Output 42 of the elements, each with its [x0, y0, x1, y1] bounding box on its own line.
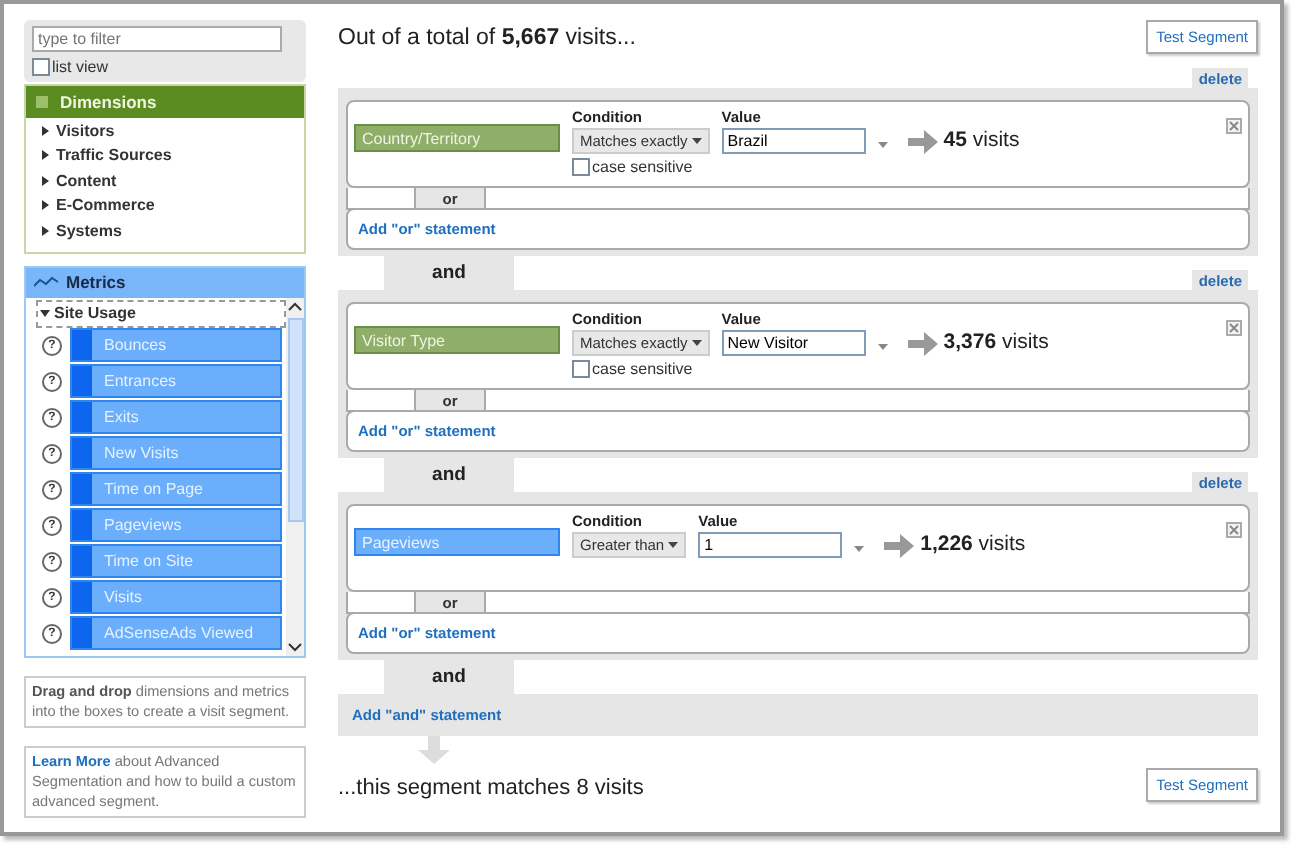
scroll-down-icon[interactable]	[288, 641, 302, 651]
value-field[interactable]: New Visitor	[721, 330, 866, 356]
close-icon[interactable]	[1226, 118, 1242, 134]
metrics-header: Metrics	[26, 267, 304, 297]
value-field[interactable]: 1	[698, 532, 843, 558]
caret-icon[interactable]	[877, 142, 888, 148]
caret-icon	[668, 542, 679, 548]
close-icon[interactable]	[1226, 522, 1242, 538]
list-view-label: list view	[52, 58, 109, 76]
dimensions-header: Dimensions	[26, 86, 304, 118]
and-connector: and	[384, 660, 514, 694]
caret-icon[interactable]	[854, 546, 865, 552]
and-connector: and	[384, 458, 514, 492]
case-sensitive-checkbox[interactable]	[572, 158, 590, 176]
caret-icon	[691, 340, 702, 346]
caret-icon	[691, 138, 702, 144]
visits-count: 45 visits	[943, 128, 1020, 152]
group-dropdown[interactable]: Site Usage	[36, 299, 286, 327]
dimension-category[interactable]: Content	[26, 168, 304, 193]
segment-result-text: ...this segment matches 8 visits	[338, 776, 644, 800]
filter-field[interactable]: type to filter	[32, 26, 282, 52]
arrow-right-icon	[907, 130, 938, 154]
close-icon[interactable]	[1226, 320, 1242, 336]
trend-icon	[34, 276, 60, 288]
list-view-checkbox[interactable]	[32, 58, 50, 76]
case-sensitive-label: case sensitive	[592, 360, 693, 378]
scroll-up-icon[interactable]	[288, 301, 302, 311]
visits-count: 1,226 visits	[920, 532, 1026, 556]
arrow-right-icon	[907, 332, 938, 356]
visits-count: 3,376 visits	[943, 330, 1049, 354]
arrow-right-icon	[884, 534, 915, 558]
dimension-category[interactable]: Visitors	[26, 118, 304, 143]
caret-icon[interactable]	[877, 344, 888, 350]
case-sensitive-checkbox[interactable]	[572, 360, 590, 378]
scrollbar[interactable]	[286, 297, 304, 655]
value-field[interactable]: Brazil	[721, 128, 866, 154]
total-visits-heading: Out of a total of 5,667 visits...	[338, 26, 636, 50]
dimension-category[interactable]: E-Commerce	[26, 193, 304, 218]
and-connector: and	[384, 256, 514, 290]
dimension-category[interactable]: Systems	[26, 218, 304, 243]
dimension-category[interactable]: Traffic Sources	[26, 143, 304, 168]
case-sensitive-label: case sensitive	[592, 158, 693, 176]
